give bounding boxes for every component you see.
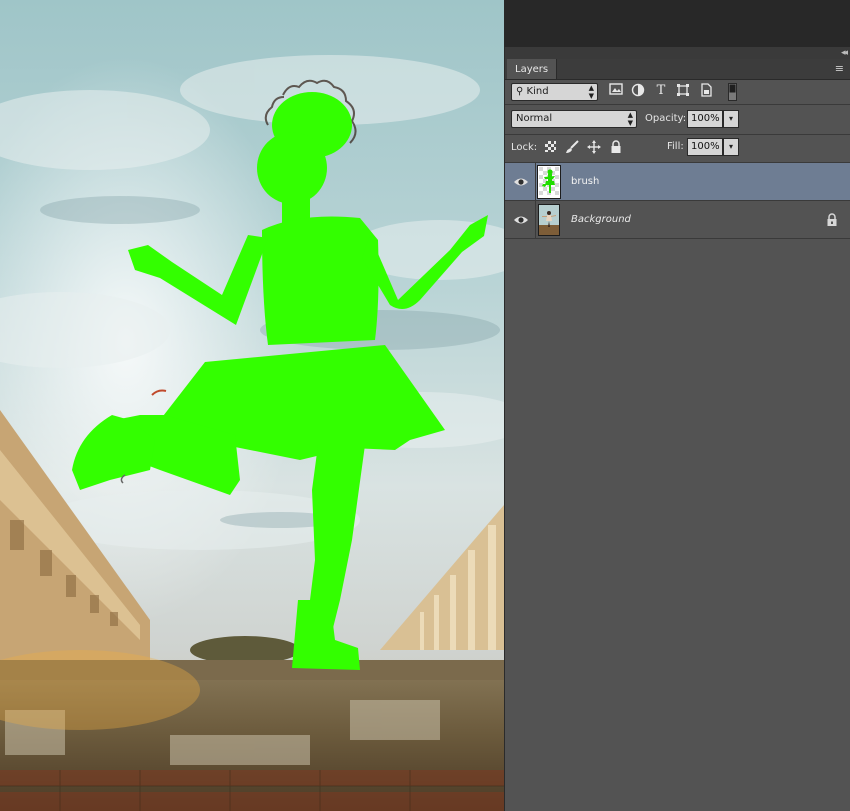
lock-all-icon[interactable] <box>608 140 624 156</box>
lock-label: Lock: <box>511 142 538 153</box>
layers-list-empty-area[interactable] <box>505 240 850 811</box>
shape-filter-icon[interactable] <box>675 83 691 99</box>
blend-mode-select[interactable]: Normal ▲ ▼ <box>511 110 637 128</box>
collapse-panel-icon[interactable]: ◂◂ <box>841 47 848 59</box>
brush-layer-thumbnail <box>537 165 561 199</box>
image-filter-icon[interactable] <box>608 83 624 99</box>
adjustment-filter-icon[interactable] <box>630 83 646 99</box>
chevron-updown-icon: ▲ ▼ <box>588 84 594 100</box>
panel-tab-row: Layers ≡ <box>505 59 850 80</box>
lock-position-move-icon[interactable] <box>586 140 602 156</box>
fill-label: Fill: <box>667 141 684 152</box>
panel-menu-icon[interactable]: ≡ <box>835 62 844 76</box>
tab-layers[interactable]: Layers <box>507 59 558 79</box>
layer-name-brush[interactable]: brush <box>571 163 599 201</box>
fill-dropdown-button[interactable]: ▾ <box>723 138 739 156</box>
panel-title-bar[interactable]: ◂◂ <box>505 47 850 59</box>
lock-image-pixels-brush-icon[interactable] <box>564 140 580 156</box>
blend-mode-value: Normal <box>516 113 553 124</box>
lock-icon <box>826 212 840 226</box>
workspace-background <box>572 0 850 48</box>
filter-kind-label: Kind <box>526 86 549 97</box>
fill-input[interactable]: 100% <box>687 138 723 156</box>
layer-row-background[interactable]: Background <box>505 201 850 239</box>
layers-panel: ◂◂ Layers ≡ ⚲ Kind ▲ ▼ T Normal ▲ ▼ Opacit… <box>504 47 850 811</box>
eye-visibility-icon[interactable] <box>513 212 529 228</box>
filter-kind-select[interactable]: ⚲ Kind ▲ ▼ <box>511 83 598 101</box>
lock-transparent-pixels-icon[interactable] <box>542 140 558 156</box>
type-filter-icon[interactable]: T <box>653 83 669 99</box>
document-canvas[interactable] <box>0 0 504 811</box>
filter-toggle-icon[interactable] <box>727 83 737 101</box>
layer-name-background[interactable]: Background <box>571 201 631 239</box>
search-icon: ⚲ <box>516 86 524 97</box>
smart-object-filter-icon[interactable] <box>698 83 714 99</box>
layer-row-brush[interactable]: brush <box>505 163 850 201</box>
opacity-dropdown-button[interactable]: ▾ <box>723 110 739 128</box>
opacity-input[interactable]: 100% <box>687 110 723 128</box>
chevron-updown-icon: ▲ ▼ <box>627 111 633 127</box>
opacity-label: Opacity: <box>645 113 687 124</box>
eye-visibility-icon[interactable] <box>513 174 529 190</box>
photo-with-green-mask <box>0 0 504 811</box>
background-layer-thumbnail <box>538 204 560 236</box>
